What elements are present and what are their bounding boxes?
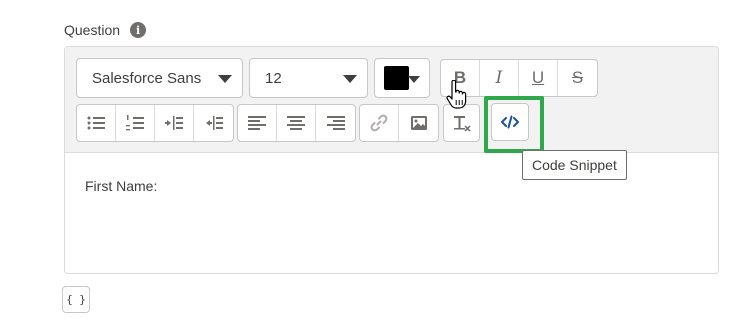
font-family-value: Salesforce Sans (92, 69, 202, 87)
image-icon (410, 116, 427, 130)
font-family-select[interactable]: Salesforce Sans (76, 58, 243, 98)
align-right-button[interactable] (316, 105, 355, 141)
info-icon[interactable]: i (130, 22, 147, 38)
chevron-down-icon (343, 75, 357, 83)
align-right-icon (326, 116, 345, 130)
code-snippet-tooltip: Code Snippet (522, 150, 627, 180)
align-center-icon (287, 116, 305, 130)
align-button-group (237, 104, 356, 142)
editor-toolbar: Salesforce Sans 12 B I U S (65, 47, 718, 153)
underline-button[interactable]: U (519, 60, 558, 96)
link-icon (370, 114, 388, 132)
clear-formatting-button[interactable] (444, 105, 479, 141)
code-snippet-button[interactable] (491, 103, 529, 141)
italic-icon: I (495, 68, 503, 88)
merge-field-button[interactable]: { } (62, 286, 90, 313)
font-size-value: 12 (265, 69, 282, 87)
numbered-list-icon (126, 115, 144, 131)
italic-button[interactable]: I (480, 60, 519, 96)
field-label-row: Question i (64, 22, 147, 38)
insert-button-group (359, 104, 439, 142)
strikethrough-button[interactable]: S (558, 60, 597, 96)
outdent-button[interactable] (194, 105, 233, 141)
chevron-down-icon (218, 75, 232, 83)
hand-pointer-icon (446, 80, 467, 109)
strikethrough-icon: S (571, 68, 584, 87)
image-button[interactable] (399, 105, 438, 141)
text-color-picker[interactable] (374, 58, 430, 98)
code-snippet-icon (501, 115, 519, 129)
list-button-group (76, 104, 234, 142)
numbered-list-button[interactable] (116, 105, 155, 141)
clear-formatting-icon (453, 116, 471, 132)
color-swatch (384, 66, 409, 90)
link-button[interactable] (360, 105, 399, 141)
question-label: Question (64, 22, 121, 38)
bulleted-list-icon (87, 116, 105, 130)
indent-icon (165, 116, 183, 130)
align-left-icon (248, 116, 266, 130)
align-center-button[interactable] (277, 105, 316, 141)
editor-content[interactable]: First Name: (85, 178, 157, 194)
align-left-button[interactable] (238, 105, 277, 141)
underline-icon: U (531, 68, 545, 87)
outdent-icon (205, 116, 223, 130)
bulleted-list-button[interactable] (77, 105, 116, 141)
font-size-select[interactable]: 12 (249, 58, 368, 98)
chevron-down-icon (408, 76, 420, 83)
indent-button[interactable] (155, 105, 194, 141)
